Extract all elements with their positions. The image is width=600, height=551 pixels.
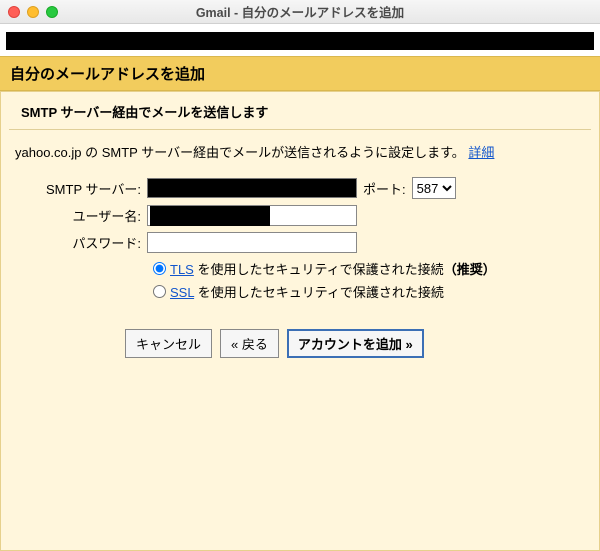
username-input[interactable] xyxy=(147,205,357,226)
smtp-server-row: SMTP サーバー: ポート: 587 xyxy=(15,177,585,199)
ssl-radio[interactable] xyxy=(153,285,166,298)
password-label: パスワード: xyxy=(15,233,147,252)
username-label: ユーザー名: xyxy=(15,206,147,225)
tls-link[interactable]: TLS xyxy=(170,262,194,277)
instruction-text: yahoo.co.jp の SMTP サーバー経由でメールが送信されるように設定… xyxy=(1,130,599,177)
ssl-suffix: を使用したセキュリティで保護された接続 xyxy=(194,285,444,300)
smtp-server-input[interactable] xyxy=(147,178,357,198)
tls-recommended-label: （推奨） xyxy=(444,262,496,277)
security-options: TLS を使用したセキュリティで保護された接続（推奨） SSL を使用したセキュ… xyxy=(15,259,585,301)
window-titlebar: Gmail - 自分のメールアドレスを追加 xyxy=(0,0,600,24)
tls-option-row: TLS を使用したセキュリティで保護された接続（推奨） xyxy=(153,259,585,278)
window-title: Gmail - 自分のメールアドレスを追加 xyxy=(0,2,600,21)
password-input[interactable] xyxy=(147,232,357,253)
smtp-form: SMTP サーバー: ポート: 587 ユーザー名: パスワード: xyxy=(1,177,599,358)
close-window-button[interactable] xyxy=(8,6,20,18)
cancel-button[interactable]: キャンセル xyxy=(125,329,212,358)
smtp-server-label: SMTP サーバー: xyxy=(15,179,147,198)
button-row: キャンセル « 戻る アカウントを追加 » xyxy=(15,329,585,358)
username-row: ユーザー名: xyxy=(15,205,585,226)
content-panel: SMTP サーバー経由でメールを送信します yahoo.co.jp の SMTP… xyxy=(0,91,600,551)
port-label: ポート: xyxy=(363,179,406,198)
tls-suffix: を使用したセキュリティで保護された接続 xyxy=(194,262,444,277)
port-select[interactable]: 587 xyxy=(412,177,456,199)
username-redacted-value xyxy=(150,206,270,226)
ssl-link[interactable]: SSL xyxy=(170,285,194,300)
redacted-address-bar xyxy=(6,32,594,50)
add-account-button[interactable]: アカウントを追加 » xyxy=(287,329,424,358)
tls-radio[interactable] xyxy=(153,262,166,275)
back-button[interactable]: « 戻る xyxy=(220,329,279,358)
zoom-window-button[interactable] xyxy=(46,6,58,18)
window-controls xyxy=(8,6,58,18)
section-title: SMTP サーバー経由でメールを送信します xyxy=(9,92,591,130)
details-link[interactable]: 詳細 xyxy=(468,145,494,160)
page-heading: 自分のメールアドレスを追加 xyxy=(0,56,600,91)
instruction-prefix: yahoo.co.jp の SMTP サーバー経由でメールが送信されるように設定… xyxy=(15,145,468,160)
minimize-window-button[interactable] xyxy=(27,6,39,18)
ssl-option-row: SSL を使用したセキュリティで保護された接続 xyxy=(153,282,585,301)
password-row: パスワード: xyxy=(15,232,585,253)
